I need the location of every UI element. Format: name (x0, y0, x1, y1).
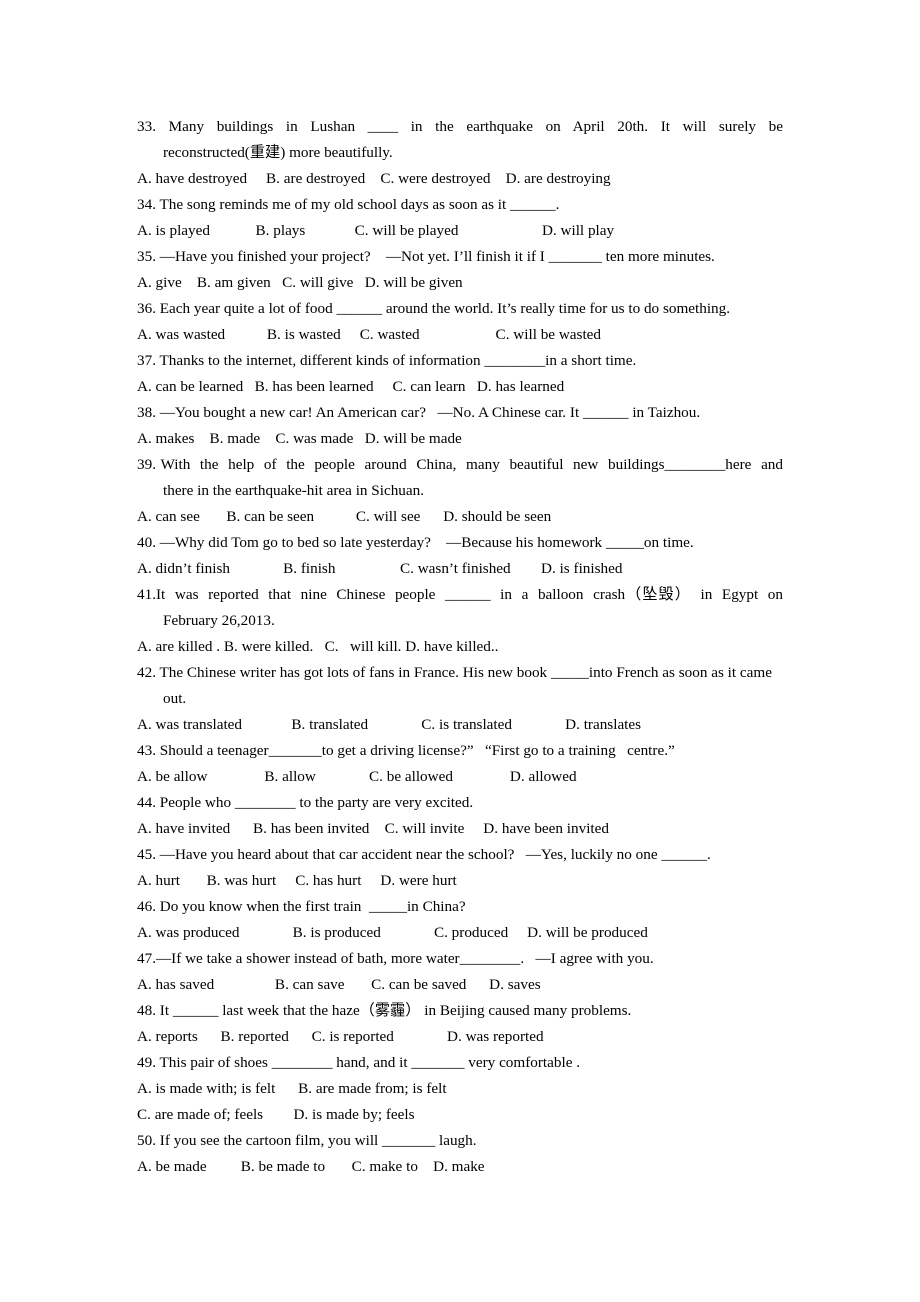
question-options-40: A. didn’t finish B. finish C. wasn’t fin… (137, 560, 623, 577)
question-stem-44: 44. People who ________ to the party are… (137, 794, 474, 811)
question-options-50: A. be made B. be made to C. make to D. m… (137, 1158, 485, 1175)
question-stem-46: 46. Do you know when the first train ___… (137, 898, 466, 915)
question-stem-40: 40. —Why did Tom go to bed so late yeste… (137, 534, 694, 551)
question-stem-39: 39. With the help of the people around C… (137, 456, 787, 499)
question-options-35: A. give B. am given C. will give D. will… (137, 274, 463, 291)
question-options-43: A. be allow B. allow C. be allowed D. al… (137, 768, 577, 785)
question-stem-48: 48. It ______ last week that the haze（雾霾… (137, 1002, 632, 1019)
question-options-49-row2: C. are made of; feels D. is made by; fee… (137, 1106, 415, 1123)
question-options-46: A. was produced B. is produced C. produc… (137, 924, 648, 941)
question-stem-42: 42. The Chinese writer has got lots of f… (137, 664, 776, 707)
question-options-48: A. reports B. reported C. is reported D.… (137, 1028, 544, 1045)
question-stem-36: 36. Each year quite a lot of food ______… (137, 300, 731, 317)
question-options-49-row1: A. is made with; is felt B. are made fro… (137, 1080, 447, 1097)
question-options-45: A. hurt B. was hurt C. has hurt D. were … (137, 872, 457, 889)
question-stem-34: 34. The song reminds me of my old school… (137, 196, 560, 213)
question-stem-41: 41.It was reported that nine Chinese peo… (137, 586, 787, 629)
question-options-34: A. is played B. plays C. will be played … (137, 222, 615, 239)
question-options-38: A. makes B. made C. was made D. will be … (137, 430, 462, 447)
worksheet-page: 33. Many buildings in Lushan ____ in the… (0, 0, 920, 1302)
question-stem-38: 38. —You bought a new car! An American c… (137, 404, 701, 421)
question-options-47: A. has saved B. can save C. can be saved… (137, 976, 541, 993)
question-list: 33. Many buildings in Lushan ____ in the… (137, 114, 783, 1180)
question-options-39: A. can see B. can be seen C. will see D.… (137, 508, 552, 525)
question-options-33: A. have destroyed B. are destroyed C. we… (137, 170, 611, 187)
question-stem-50: 50. If you see the cartoon film, you wil… (137, 1132, 477, 1149)
question-stem-33: 33. Many buildings in Lushan ____ in the… (137, 118, 787, 161)
question-stem-45: 45. —Have you heard about that car accid… (137, 846, 711, 863)
question-stem-47: 47.—If we take a shower instead of bath,… (137, 950, 654, 967)
question-options-42: A. was translated B. translated C. is tr… (137, 716, 642, 733)
question-options-44: A. have invited B. has been invited C. w… (137, 820, 609, 837)
question-options-37: A. can be learned B. has been learned C.… (137, 378, 565, 395)
question-options-41: A. are killed . B. were killed. C. will … (137, 638, 499, 655)
question-stem-35: 35. —Have you finished your project? —No… (137, 248, 715, 265)
question-stem-37: 37. Thanks to the internet, different ki… (137, 352, 637, 369)
question-options-36: A. was wasted B. is wasted C. wasted C. … (137, 326, 602, 343)
question-stem-49: 49. This pair of shoes ________ hand, an… (137, 1054, 581, 1071)
question-stem-43: 43. Should a teenager_______to get a dri… (137, 742, 675, 759)
